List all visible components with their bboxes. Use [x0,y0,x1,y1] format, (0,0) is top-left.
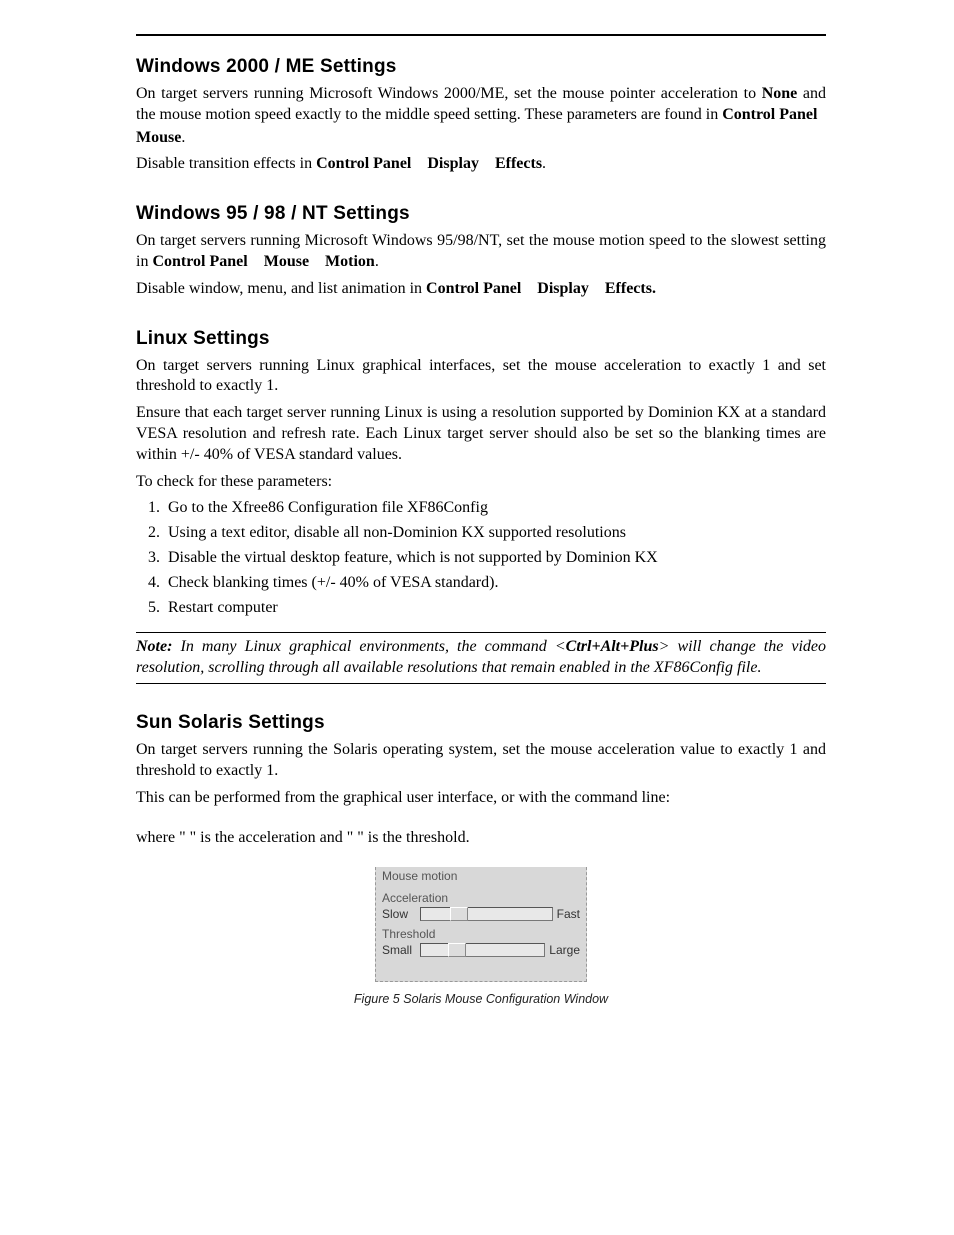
heading-win95: Windows 95 / 98 / NT Settings [136,203,826,225]
document-page: Windows 2000 / ME Settings On target ser… [0,0,954,1066]
note-label: Note: [136,638,172,655]
linux-note: Note: In many Linux graphical environmen… [136,632,826,684]
solaris-p3: where " " is the acceleration and " " is… [136,828,826,849]
threshold-slider[interactable] [420,943,545,957]
linux-p1: On target servers running Linux graphica… [136,356,826,398]
text: . [181,129,185,146]
mouse-motion-group-label: Mouse motion [382,869,580,883]
list-item: Disable the virtual desktop feature, whi… [164,548,826,569]
linux-steps: Go to the Xfree86 Configuration file XF8… [136,498,826,618]
text-bold: Effects. [605,280,656,297]
win2k-p1-cont: Mouse. [136,128,826,149]
text-bold: Mouse [264,253,309,270]
text: In many Linux graphical environments, th… [172,638,565,655]
threshold-slider-thumb[interactable] [448,943,466,957]
list-item: Check blanking times (+/- 40% of VESA st… [164,573,826,594]
note-text: Note: In many Linux graphical environmen… [136,637,826,679]
text-bold: Control Panel [152,253,247,270]
slow-label: Slow [382,907,416,921]
heading-win2k: Windows 2000 / ME Settings [136,56,826,78]
text: . [542,155,546,172]
text: Disable transition effects in [136,155,316,172]
text-bold: Motion [325,253,375,270]
text: . [375,253,379,270]
list-item: Using a text editor, disable all non-Dom… [164,523,826,544]
win95-p2: Disable window, menu, and list animation… [136,279,826,300]
text: Disable window, menu, and list animation… [136,280,426,297]
text-bold: Effects [495,155,542,172]
text-bold: Control Panel [426,280,521,297]
top-rule [136,34,826,36]
acceleration-slider[interactable] [420,907,553,921]
win2k-p1: On target servers running Microsoft Wind… [136,84,826,126]
heading-linux: Linux Settings [136,328,826,350]
text-bold: Control Panel [722,106,817,123]
threshold-label: Threshold [382,927,580,941]
list-item: Go to the Xfree86 Configuration file XF8… [164,498,826,519]
figure-5: Mouse motion Acceleration Slow Fast Thre… [136,867,826,1006]
win2k-p2: Disable transition effects in Control Pa… [136,154,826,175]
acceleration-slider-thumb[interactable] [450,907,468,921]
small-label: Small [382,943,416,957]
figure-caption: Figure 5 Solaris Mouse Configuration Win… [136,992,826,1006]
list-item: Restart computer [164,598,826,619]
text: On target servers running Microsoft Wind… [136,85,762,102]
linux-p3: To check for these parameters: [136,472,826,493]
text-bold: Control Panel [316,155,411,172]
linux-p2: Ensure that each target server running L… [136,403,826,465]
text-bold: Display [427,155,479,172]
fast-label: Fast [557,907,580,921]
heading-solaris: Sun Solaris Settings [136,712,826,734]
solaris-p2: This can be performed from the graphical… [136,788,826,809]
threshold-slider-row: Small Large [382,943,580,957]
acceleration-label: Acceleration [382,891,580,905]
acceleration-slider-row: Slow Fast [382,907,580,921]
note-cmd: Ctrl+Alt+Plus [566,638,659,655]
solaris-p1: On target servers running the Solaris op… [136,740,826,782]
text-bold: None [762,85,798,102]
solaris-mouse-config-window: Mouse motion Acceleration Slow Fast Thre… [375,867,587,982]
large-label: Large [549,943,580,957]
win95-p1: On target servers running Microsoft Wind… [136,231,826,273]
text-bold: Display [537,280,589,297]
text-bold: Mouse [136,129,181,146]
